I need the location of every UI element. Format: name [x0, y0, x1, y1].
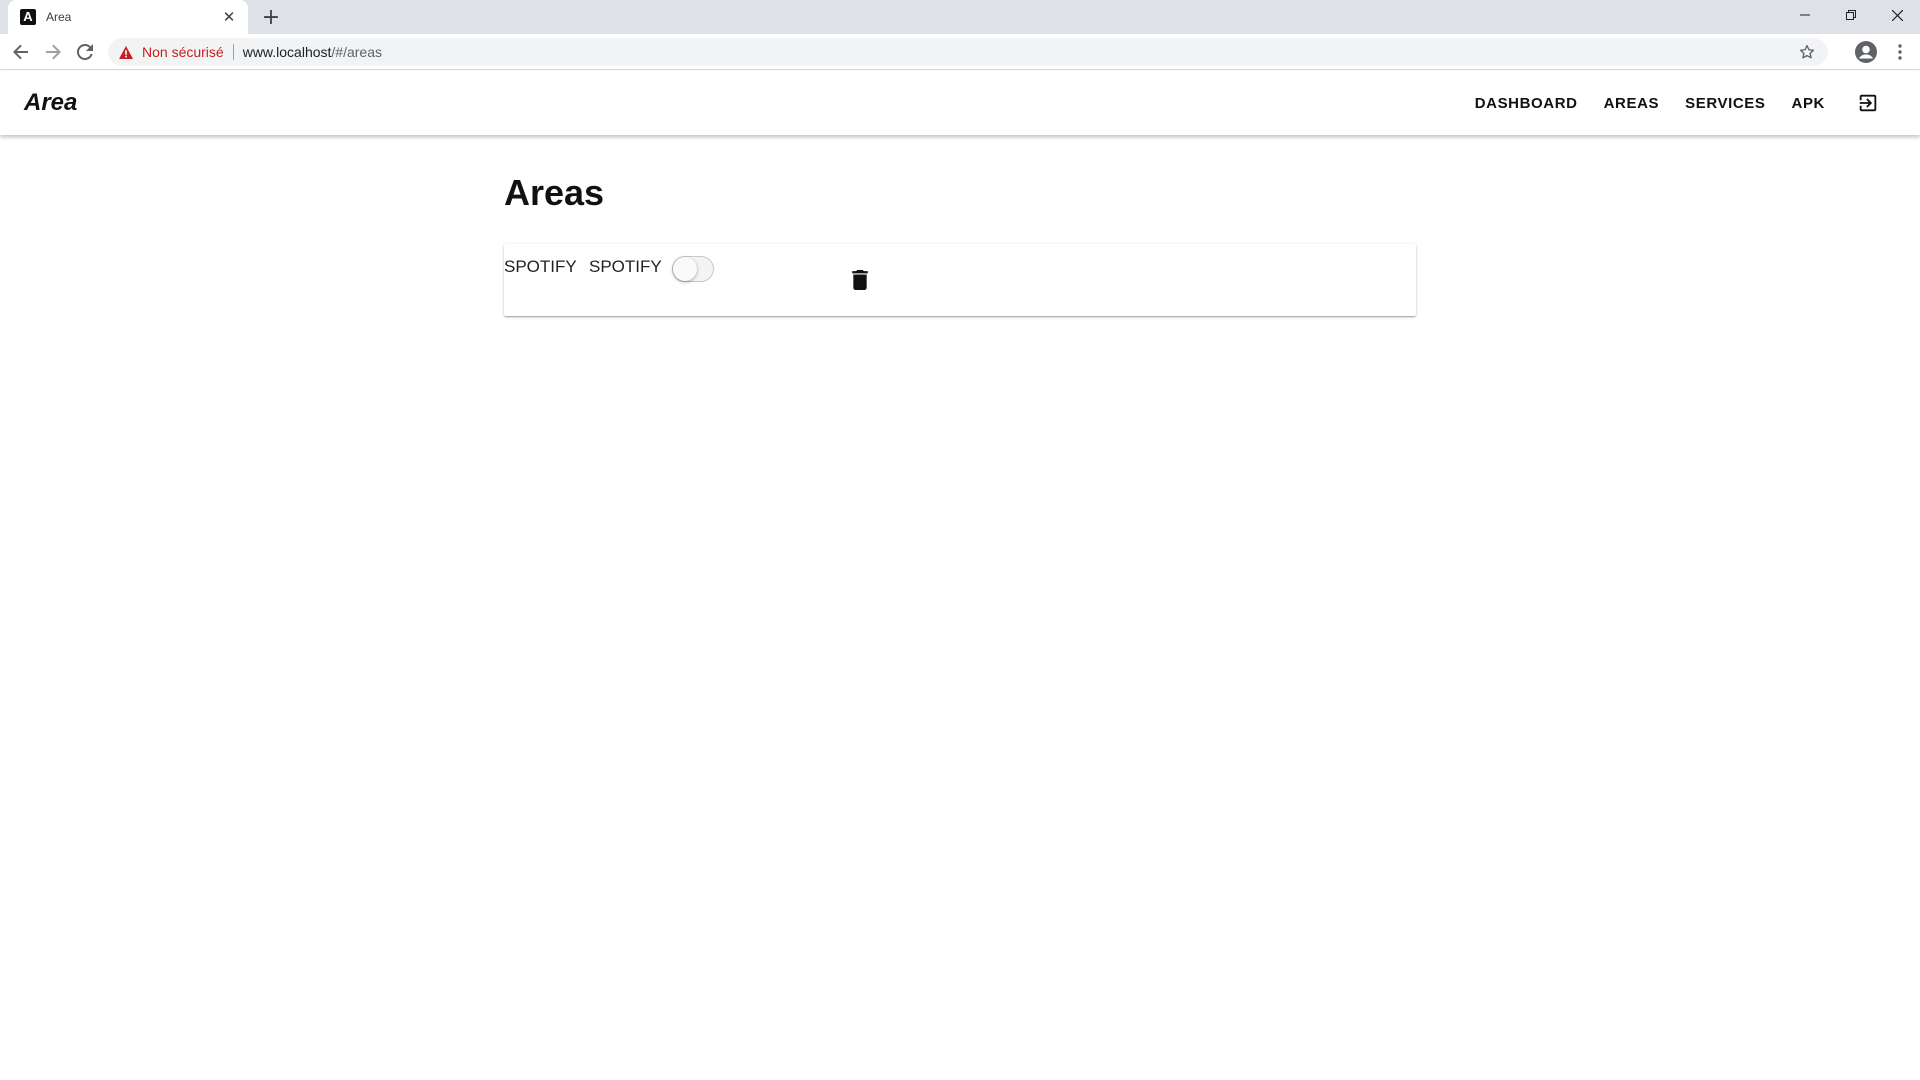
- new-tab-button[interactable]: +: [260, 5, 282, 30]
- browser-tabstrip: A Area ✕ +: [0, 0, 1920, 34]
- security-label[interactable]: Non sécurisé: [142, 44, 224, 60]
- area-card: SPOTIFY SPOTIFY: [504, 244, 1416, 316]
- url-text[interactable]: www.localhost/#/areas: [243, 44, 382, 60]
- omnibox-divider: [232, 44, 234, 60]
- delete-area-button[interactable]: [848, 268, 872, 292]
- tab-favicon-icon: A: [20, 9, 36, 25]
- profile-icon[interactable]: [1854, 40, 1878, 64]
- nav-dashboard[interactable]: DASHBOARD: [1462, 83, 1591, 123]
- page-title: Areas: [504, 172, 605, 213]
- logout-icon[interactable]: [1848, 83, 1888, 123]
- area-enable-toggle[interactable]: [672, 256, 714, 282]
- forward-arrow-icon[interactable]: [40, 39, 66, 65]
- main-nav: DASHBOARD AREAS SERVICES APK: [1462, 71, 1888, 135]
- more-vert-icon[interactable]: [1888, 40, 1912, 64]
- reaction-service-label: SPOTIFY: [589, 257, 662, 276]
- reload-icon[interactable]: [72, 39, 98, 65]
- window-close-icon[interactable]: [1874, 0, 1920, 30]
- nav-areas[interactable]: AREAS: [1591, 83, 1673, 123]
- browser-toolbar: Non sécurisé www.localhost/#/areas: [0, 34, 1920, 70]
- star-icon[interactable]: [1798, 43, 1816, 61]
- address-bar[interactable]: Non sécurisé www.localhost/#/areas: [108, 38, 1828, 66]
- url-host: www.localhost: [242, 44, 332, 60]
- browser-tab[interactable]: A Area ✕: [8, 0, 248, 34]
- toggle-thumb: [673, 257, 697, 281]
- action-service-label: SPOTIFY: [504, 257, 577, 276]
- app-title[interactable]: Area: [24, 89, 77, 117]
- nav-apk[interactable]: APK: [1779, 83, 1838, 123]
- nav-services[interactable]: SERVICES: [1672, 83, 1778, 123]
- minimize-icon[interactable]: [1782, 0, 1828, 30]
- warning-icon[interactable]: [118, 44, 134, 60]
- trash-icon: [852, 270, 868, 290]
- tab-title: Area: [46, 10, 72, 24]
- back-arrow-icon[interactable]: [8, 39, 34, 65]
- restore-icon[interactable]: [1828, 0, 1874, 30]
- app-bar: Area DASHBOARD AREAS SERVICES APK: [0, 71, 1920, 135]
- url-path: /#/areas: [331, 44, 382, 60]
- tab-close-icon[interactable]: ✕: [220, 8, 238, 26]
